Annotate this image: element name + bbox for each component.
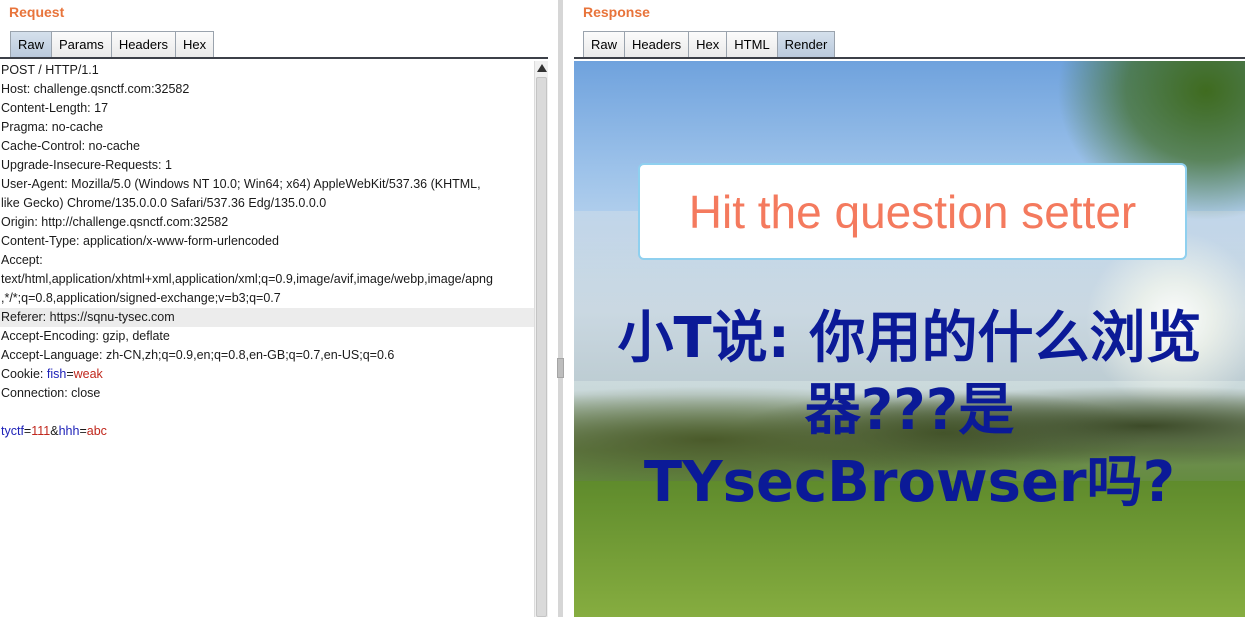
body-param-value: 111 bbox=[31, 424, 51, 438]
question-heading: 小T说: 你用的什么浏览 器???是 TYsecBrowser吗? bbox=[574, 303, 1245, 519]
divider-line bbox=[558, 0, 563, 617]
request-line: Content-Type: application/x-www-form-url… bbox=[1, 234, 279, 248]
response-title: Response bbox=[583, 4, 650, 20]
cookie-name: fish bbox=[46, 367, 67, 381]
banner-box: Hit the question setter bbox=[638, 163, 1187, 260]
request-line: Origin: http://challenge.qsnctf.com:3258… bbox=[1, 215, 229, 229]
request-tabs: Raw Params Headers Hex bbox=[10, 31, 215, 58]
response-panel: Response Raw Headers Hex HTML Render Hit… bbox=[574, 0, 1245, 617]
response-tab-raw[interactable]: Raw bbox=[583, 31, 626, 58]
divider-grip-handle[interactable] bbox=[557, 358, 564, 378]
request-line-highlighted: Referer: https://sqnu-tysec.com bbox=[0, 308, 534, 327]
response-tab-html[interactable]: HTML bbox=[726, 31, 778, 58]
request-line: Pragma: no-cache bbox=[1, 120, 104, 134]
question-line: 小T说: 你用的什么浏览 bbox=[617, 306, 1202, 371]
request-line-blank bbox=[0, 403, 534, 422]
request-panel: Request Raw Params Headers Hex POST / HT… bbox=[0, 0, 548, 617]
request-line: User-Agent: Mozilla/5.0 (Windows NT 10.0… bbox=[1, 177, 481, 191]
response-tab-headers[interactable]: Headers bbox=[624, 31, 690, 58]
request-line: Upgrade-Insecure-Requests: 1 bbox=[1, 158, 172, 172]
request-tab-params[interactable]: Params bbox=[51, 31, 112, 58]
body-param-separator: & bbox=[50, 424, 59, 438]
body-param-eq: = bbox=[79, 424, 87, 438]
body-param-value: abc bbox=[86, 424, 107, 438]
scrollbar-thumb[interactable] bbox=[536, 77, 547, 617]
request-line: POST / HTTP/1.1 bbox=[1, 63, 99, 77]
cookie-value: weak bbox=[73, 367, 103, 381]
response-tabs: Raw Headers Hex HTML Render bbox=[583, 31, 836, 58]
request-line: Cache-Control: no-cache bbox=[1, 139, 140, 153]
scroll-up-arrow-icon[interactable] bbox=[537, 64, 547, 72]
request-line: Content-Length: 17 bbox=[1, 101, 109, 115]
request-line: Accept: bbox=[1, 253, 43, 267]
request-editor[interactable]: POST / HTTP/1.1 Host: challenge.qsnctf.c… bbox=[0, 61, 534, 617]
request-line-body: tyctf=111&hhh=abc bbox=[0, 422, 534, 441]
response-tab-render[interactable]: Render bbox=[776, 31, 836, 58]
request-title: Request bbox=[9, 4, 65, 20]
request-line: like Gecko) Chrome/135.0.0.0 Safari/537.… bbox=[1, 196, 327, 210]
request-tab-hex[interactable]: Hex bbox=[174, 31, 215, 58]
response-tabs-divider bbox=[574, 57, 1245, 59]
request-line: ,*/*;q=0.8,application/signed-exchange;v… bbox=[1, 291, 281, 305]
body-param-key: tyctf bbox=[1, 424, 24, 438]
request-tab-raw[interactable]: Raw bbox=[10, 31, 53, 58]
request-tabs-divider bbox=[0, 57, 548, 59]
request-line-cookie: Cookie: fish=weak bbox=[0, 365, 534, 384]
request-line: Connection: close bbox=[1, 386, 101, 400]
banner-text: Hit the question setter bbox=[688, 185, 1137, 238]
response-tab-hex[interactable]: Hex bbox=[688, 31, 728, 58]
request-tab-headers[interactable]: Headers bbox=[110, 31, 176, 58]
split-pane-divider[interactable] bbox=[548, 0, 574, 617]
question-line: TYsecBrowser吗? bbox=[643, 450, 1176, 515]
request-line: text/html,application/xhtml+xml,applicat… bbox=[1, 272, 493, 286]
request-line: Host: challenge.qsnctf.com:32582 bbox=[1, 82, 190, 96]
request-line: Accept-Language: zh-CN,zh;q=0.9,en;q=0.8… bbox=[1, 348, 395, 362]
rendered-page-view: Hit the question setter 小T说: 你用的什么浏览 器??… bbox=[574, 61, 1245, 617]
request-line: Accept-Encoding: gzip, deflate bbox=[1, 329, 170, 343]
cookie-prefix: Cookie: bbox=[1, 367, 47, 381]
body-param-key: hhh bbox=[58, 424, 80, 438]
request-scrollbar[interactable] bbox=[534, 61, 548, 617]
cookie-eq: = bbox=[66, 367, 74, 381]
question-line: 器???是 bbox=[804, 378, 1015, 443]
